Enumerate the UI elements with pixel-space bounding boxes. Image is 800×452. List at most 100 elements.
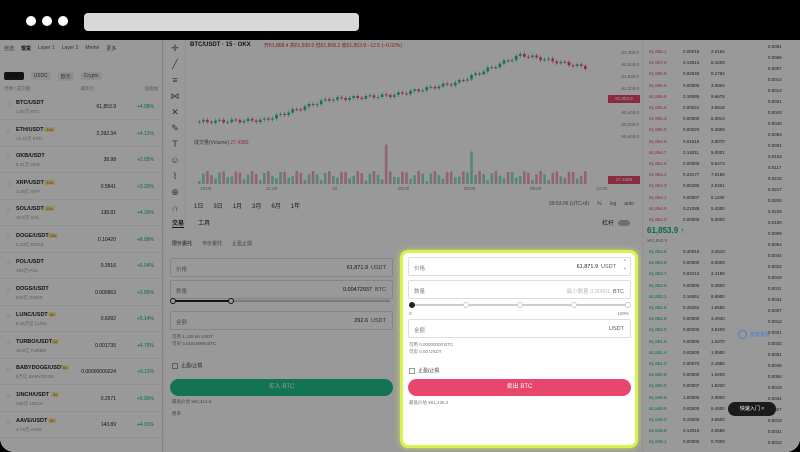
slider-step[interactable] [463,302,469,308]
address-bar[interactable] [84,13,359,31]
market-row[interactable]: ☆ 1INCH/USDT 3x 345万 1INCH 0.2571 +9.00% [0,386,162,412]
orderbook-amount: 0.00000 [683,349,700,355]
quote-chip[interactable]: Crypto [80,72,102,80]
range-option[interactable]: 1日 [194,201,203,210]
sell-amount-slider[interactable] [409,302,631,308]
header-name[interactable]: 币种 / 成交额 [4,86,30,92]
sell-button[interactable]: 卖出 BTC [408,379,631,396]
buy-total-field[interactable]: 金额 292.6 USDT [170,311,393,330]
star-icon[interactable]: ☆ [6,366,11,373]
range-option[interactable]: 1月 [233,201,242,210]
range-option[interactable]: 3月 [252,201,261,210]
price-chart[interactable] [190,40,610,190]
star-icon[interactable]: ☆ [6,260,11,267]
orderbook-amount: 0.00020 [683,127,700,133]
range-option[interactable]: 6月 [271,201,280,210]
order-tab[interactable]: 交易 [172,218,185,228]
market-tab[interactable]: 更多 [106,45,116,52]
range-option[interactable]: 3日 [213,201,222,210]
star-icon[interactable]: ☆ [6,128,11,135]
buy-price-field[interactable]: 价格 61,871.9 USDT [170,258,393,277]
chart-control[interactable]: % [597,201,601,207]
market-row[interactable]: ☆ AAVE/USDT 5x 4.79万 AAVE 143.89 +4.91% [0,412,162,438]
support-assistant[interactable]: 智能客服 [738,330,770,339]
market-row[interactable]: ☆ ETH/USDT 10x 12.42万 ETH 2,392.34 +4.12% [0,121,162,147]
window-control-dot[interactable] [26,16,36,26]
slider-step[interactable] [517,302,523,308]
market-tab[interactable]: 现货 [21,45,31,52]
range-option[interactable]: 1年 [291,201,300,210]
star-icon[interactable]: ☆ [6,154,11,161]
quote-chip[interactable]: USDC [30,72,51,80]
slider-knob[interactable] [170,298,176,304]
quick-start-button[interactable]: 快速入门 × [728,402,776,416]
star-icon[interactable]: ☆ [6,101,11,108]
market-row[interactable]: ☆ POL/USDT 492万 POL 0.3916 +6.04% [0,253,162,279]
star-icon[interactable]: ☆ [6,181,11,188]
market-row[interactable]: ☆ BTC/USDT 1.86万 BTC 61,853.9 +4.08% [0,94,162,120]
market-tab[interactable]: 自选 [4,45,14,52]
market-row[interactable]: ☆ BABYDOGE/USDT 5x 5万亿 BABYDOGE 0.0000000022… [0,359,162,385]
star-icon[interactable]: ☆ [6,340,11,347]
zoom-icon[interactable]: ⊕ [169,186,181,198]
star-icon[interactable]: ☆ [6,393,11,400]
star-icon[interactable]: ☆ [6,419,11,426]
sell-amount-field[interactable]: 数量 最小数量 0.00001 BTC [408,280,631,299]
quote-chip[interactable]: 欧元 [57,71,74,81]
magnet-icon[interactable]: ∩ [169,202,181,214]
market-row[interactable]: ☆ SOL/USDT 10x 10.8万 SOL 138.81 +4.30% [0,200,162,226]
order-tab[interactable]: 工具 [198,218,210,228]
fee-label[interactable]: 费率 [172,410,181,417]
crosshair-icon[interactable]: ✛ [169,42,181,54]
orderbook-price: 61,854.8 [649,138,667,144]
brush-icon[interactable]: ✎ [169,122,181,134]
star-icon[interactable]: ☆ [6,234,11,241]
sell-tpsl-checkbox[interactable]: 止盈/止损 [409,367,439,374]
price-stepper-icon[interactable]: ⌃ ⌄ [623,259,627,271]
fib-icon[interactable]: ✕ [169,106,181,118]
trendline-icon[interactable]: ╱ [169,58,181,70]
window-control-dot[interactable] [42,16,52,26]
slider-knob[interactable] [228,298,234,304]
slider-step[interactable] [625,302,631,308]
ruler-icon[interactable]: ⌇ [169,170,181,182]
order-type-tab[interactable]: 限价委托 [172,240,192,247]
header-change[interactable]: 涨跌幅 [144,86,158,92]
text-icon[interactable]: T [169,138,181,150]
slider-knob[interactable] [409,302,415,308]
market-tab[interactable]: Layer 2 [62,45,79,51]
sell-price-field[interactable]: 价格 61,871.9 USDT ⌃ ⌄ [408,257,631,276]
star-icon[interactable]: ☆ [6,207,11,214]
market-row[interactable]: ☆ DOGE/USDT 10x 2.43亿 DOGE 0.10420 +8.09% [0,227,162,253]
star-icon[interactable]: ☆ [6,313,11,320]
order-type-tab[interactable]: 止盈止损 [232,240,252,247]
quote-chip[interactable]: USDT [4,72,24,80]
chart-control[interactable]: log [610,201,617,207]
market-tab[interactable]: Meme [85,45,99,51]
market-row[interactable]: ☆ DOGS/USDT 516亿 DOGS 0.000963 +3.89% [0,280,162,306]
buy-button[interactable]: 买入 BTC [170,379,393,396]
sell-total-field[interactable]: 金额 USDT [408,319,631,338]
buy-amount-field[interactable]: 数量 0.00472937 BTC [170,280,393,299]
market-tab[interactable]: Layer 1 [38,45,55,51]
market-row[interactable]: ☆ LUNC/USDT 5x 6.15万亿 LUNC 0.6092 +5.14% [0,306,162,332]
slider-step[interactable] [571,302,577,308]
emoji-icon[interactable]: ☺ [169,154,181,166]
buy-amount-slider[interactable] [170,298,390,304]
market-row[interactable]: ☆ XRP/USDT 10x 3.26亿 XRP 0.5841 +3.33% [0,174,162,200]
hlines-icon[interactable]: ≡ [169,74,181,86]
market-row[interactable]: ☆ TURBO/USDT 3x 40.8亿 TURBO 0.001735 +4.76% [0,333,162,359]
market-change: +9.00% [136,395,154,402]
toggle-switch[interactable] [618,220,630,227]
leverage-toggle[interactable]: 杠杆 [602,218,630,227]
header-price[interactable]: 最新价 [81,86,95,92]
star-icon[interactable]: ☆ [6,287,11,294]
chart-control[interactable]: auto [624,201,634,207]
buy-tpsl-checkbox[interactable]: 止盈/止损 [172,362,202,369]
window-control-dot[interactable] [58,16,68,26]
order-type-tab[interactable]: 市价委托 [202,240,222,247]
orderbook-amount: 0.00000 [683,338,700,344]
pattern-icon[interactable]: ⋈ [169,90,181,102]
chart-control[interactable]: 09:53:06 (UTC+8) [549,201,589,207]
market-row[interactable]: ☆ OKB/USDT 6.21万 OKB 38.98 +2.05% [0,147,162,173]
